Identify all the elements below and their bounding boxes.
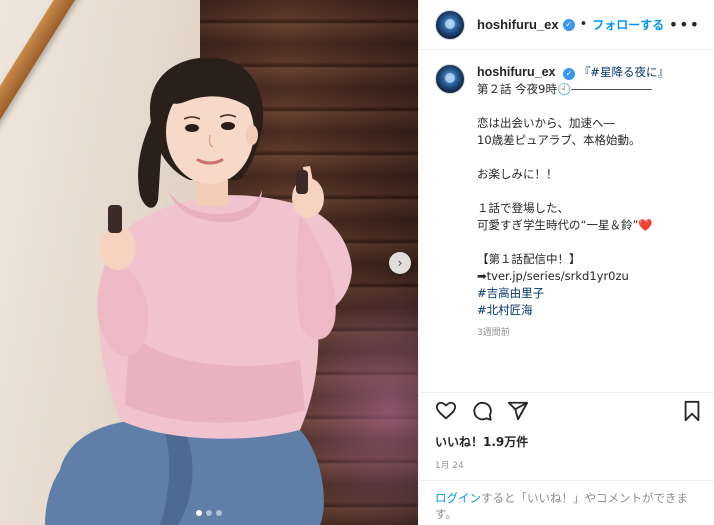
carousel-dot [206, 510, 212, 516]
post-header: hoshifuru_ex ✓ • フォローする ••• [419, 0, 714, 50]
login-link[interactable]: ログイン [435, 491, 481, 505]
caption-line: 10歳差ピュアラブ、本格始動。 [477, 133, 641, 147]
post-details-panel: hoshifuru_ex ✓ • フォローする ••• hoshifuru_ex… [418, 0, 714, 525]
caption-line: 【第１話配信中！】 [477, 252, 581, 266]
post-photo[interactable]: › [0, 0, 418, 525]
heart-icon[interactable] [435, 400, 457, 422]
comment-icon[interactable] [471, 400, 493, 422]
carousel-indicator [196, 510, 222, 516]
caption-body: hoshifuru_ex ✓ 『#星降る夜に』 第２話 今夜9時🕘――――――― [477, 64, 669, 98]
likes-count[interactable]: いいね！1.9万件 [435, 433, 528, 450]
follow-button[interactable]: フォローする [592, 16, 664, 33]
share-icon[interactable] [507, 400, 529, 422]
login-prompt: ログインすると「いいね！」やコメントができます。 [419, 480, 714, 525]
action-bar [419, 392, 714, 428]
title-hashtag-link[interactable]: 『#星降る夜に』 [579, 65, 669, 79]
caption-line [477, 98, 699, 115]
woman-on-stairs-illustration [45, 57, 352, 525]
chevron-right-icon: › [397, 256, 403, 270]
caption-line [477, 149, 699, 166]
avatar[interactable] [435, 9, 465, 40]
carousel-dot [196, 510, 202, 516]
caption-line: 恋は出会いから、加速へ― [477, 116, 615, 130]
username-link[interactable]: hoshifuru_ex [477, 17, 559, 32]
avatar[interactable] [435, 64, 465, 94]
caption-time-ago[interactable]: 3週間前 [477, 325, 699, 338]
caption-lines: 恋は出会いから、加速へ― 10歳差ピュアラブ、本格始動。 お楽しみに！！ １話で… [477, 98, 699, 319]
hashtag-link[interactable]: #北村匠海 [477, 302, 699, 319]
post-date[interactable]: 1月 24 [435, 459, 464, 471]
verified-badge-icon: ✓ [563, 67, 576, 80]
verified-badge-icon: ✓ [562, 18, 575, 31]
separator-dot: • [579, 17, 588, 32]
caption-line [477, 183, 699, 200]
hashtag-link[interactable]: #吉高由里子 [477, 285, 699, 302]
carousel-next-button[interactable]: › [389, 252, 411, 274]
caption-header: hoshifuru_ex ✓ 『#星降る夜に』 第２話 今夜9時🕘――――――― [435, 64, 699, 98]
caption-area: hoshifuru_ex ✓ 『#星降る夜に』 第２話 今夜9時🕘―――――――… [419, 50, 714, 390]
caption-line: １話で登場した、 [477, 201, 569, 215]
caption-line [477, 234, 699, 251]
caption-username-link[interactable]: hoshifuru_ex [477, 65, 556, 79]
caption-line: 可愛すぎ学生時代の“一星＆鈴”❤️ [477, 218, 653, 232]
bookmark-icon[interactable] [681, 400, 703, 422]
more-options-icon[interactable]: ••• [669, 15, 700, 34]
tver-link[interactable]: ➡tver.jp/series/srkd1yr0zu [477, 268, 699, 285]
carousel-dot [216, 510, 222, 516]
caption-line: お楽しみに！！ [477, 167, 558, 181]
episode-line: 第２話 今夜9時🕘――――――― [477, 82, 652, 96]
